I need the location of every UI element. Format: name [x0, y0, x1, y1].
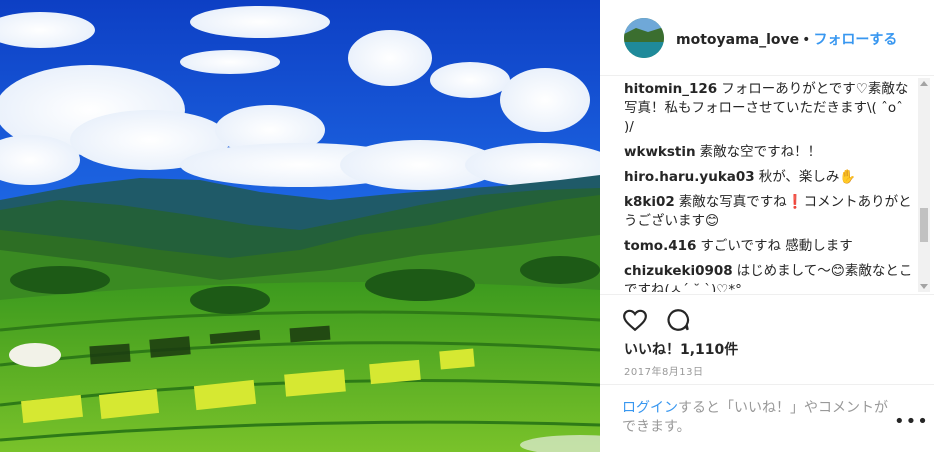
follow-button[interactable]: フォローする	[813, 32, 897, 48]
comments-list: hitomin_126 フォローありがとです♡素敵な写真！私もフォローさせていただ…	[624, 78, 916, 292]
comment-item: hiro.haru.yuka03 秋が、楽しみ✋	[624, 168, 916, 187]
post-actions: いいね！1,110件 2017年8月13日	[600, 294, 934, 384]
scroll-down-arrow-icon[interactable]	[920, 284, 928, 289]
comment-username[interactable]: tomo.416	[624, 238, 696, 254]
post-username[interactable]: motoyama_love	[676, 32, 799, 48]
comment-username[interactable]: k8ki02	[624, 194, 675, 210]
comment-item: tomo.416 すごいですね 感動します	[624, 237, 916, 256]
post-side-panel: motoyama_love • フォローする hitomin_126 フォローありがと…	[600, 0, 934, 452]
heart-icon[interactable]	[622, 307, 648, 333]
scroll-up-arrow-icon[interactable]	[920, 81, 928, 86]
rice-terrace-landscape	[0, 0, 600, 452]
comment-bubble-icon[interactable]	[665, 307, 691, 333]
likes-number: 1,110件	[680, 342, 739, 358]
comment-username[interactable]: hiro.haru.yuka03	[624, 169, 755, 185]
post-photo[interactable]	[0, 0, 600, 452]
avatar-image	[624, 18, 664, 58]
login-prompt: ログインすると「いいね！」やコメントができます。 •••	[600, 384, 934, 452]
comment-username[interactable]: chizukeki0908	[624, 263, 733, 279]
post-header: motoyama_love • フォローする	[600, 0, 934, 76]
comment-text: すごいですね 感動します	[700, 238, 853, 254]
comment-item: hitomin_126 フォローありがとです♡素敵な写真！私もフォローさせていただ…	[624, 80, 916, 137]
comment-item: k8ki02 素敵な写真ですね❗コメントありがとうございます😊	[624, 193, 916, 231]
comment-username[interactable]: hitomin_126	[624, 81, 717, 97]
more-options-icon[interactable]: •••	[894, 411, 929, 432]
comment-item: wkwkstin 素敵な空ですね！！	[624, 143, 916, 162]
comment-text: 秋が、楽しみ✋	[758, 169, 857, 185]
avatar[interactable]	[624, 18, 664, 58]
scrollbar-thumb[interactable]	[920, 208, 928, 242]
separator-dot: •	[802, 32, 811, 48]
likes-count[interactable]: いいね！1,110件	[624, 339, 738, 359]
post-date[interactable]: 2017年8月13日	[624, 363, 704, 378]
comment-username[interactable]: wkwkstin	[624, 144, 696, 160]
comment-item: chizukeki0908 はじめまして〜😊素敵なとこですね(ㅅ´ ˘ `)♡*°	[624, 262, 916, 292]
comments-scrollbar[interactable]	[918, 78, 930, 292]
comment-text: 素敵な空ですね！！	[699, 144, 822, 160]
login-link[interactable]: ログイン	[622, 400, 678, 416]
likes-label: いいね！	[624, 342, 680, 358]
